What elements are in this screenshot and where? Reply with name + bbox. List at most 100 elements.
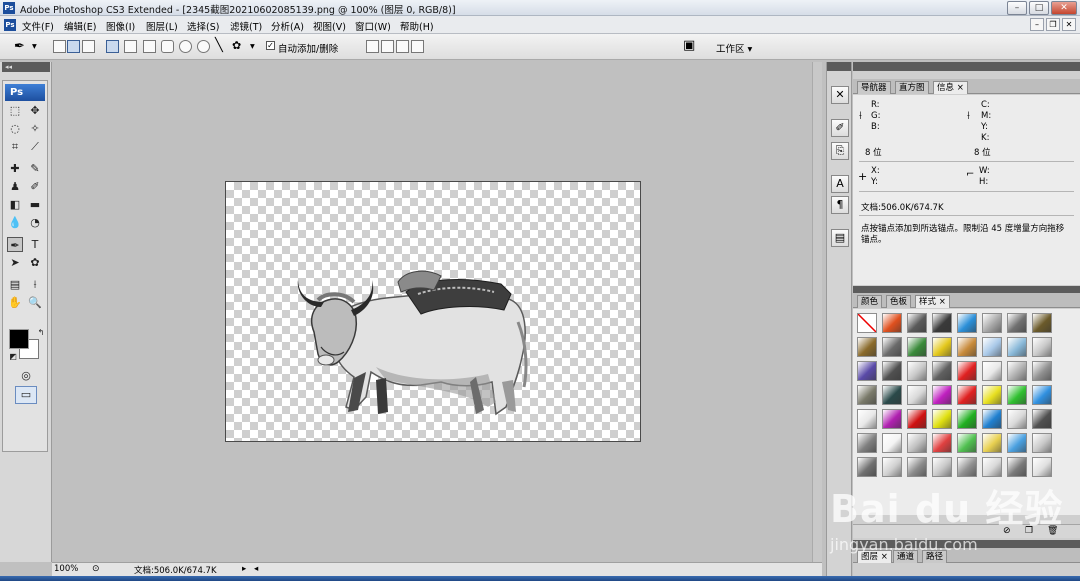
tools-panel-header[interactable]: ◂◂ xyxy=(2,62,50,72)
style-swatch[interactable] xyxy=(882,313,902,333)
style-swatch[interactable] xyxy=(932,337,952,357)
doc-close-button[interactable]: ✕ xyxy=(1062,18,1076,31)
history-brush-icon[interactable]: ✐ xyxy=(27,179,43,194)
maximize-button[interactable]: □ xyxy=(1029,1,1049,15)
zoom-level[interactable]: 100% xyxy=(54,564,78,574)
style-swatch[interactable] xyxy=(932,433,952,453)
style-swatch[interactable] xyxy=(932,385,952,405)
style-swatch[interactable] xyxy=(982,337,1002,357)
rectangle-icon[interactable] xyxy=(143,40,156,53)
clone-source-dock-icon[interactable]: ⎘ xyxy=(831,142,849,160)
style-swatch[interactable] xyxy=(882,433,902,453)
style-swatch[interactable] xyxy=(857,337,877,357)
menu-analysis[interactable]: 分析(A) xyxy=(271,19,304,33)
layer-comps-dock-icon[interactable]: ▤ xyxy=(831,229,849,247)
dock-header[interactable] xyxy=(827,62,851,71)
style-swatch[interactable] xyxy=(932,409,952,429)
style-swatch[interactable] xyxy=(857,457,877,477)
style-swatch[interactable] xyxy=(907,385,927,405)
style-swatch[interactable] xyxy=(932,313,952,333)
style-swatch[interactable] xyxy=(982,385,1002,405)
tab-swatches[interactable]: 色板 xyxy=(886,295,912,308)
style-swatch[interactable] xyxy=(1007,337,1027,357)
style-swatch[interactable] xyxy=(857,385,877,405)
style-swatch[interactable] xyxy=(982,457,1002,477)
style-swatch[interactable] xyxy=(982,361,1002,381)
blur-tool-icon[interactable]: 💧 xyxy=(7,215,23,230)
preset-dropdown-icon[interactable]: ▾ xyxy=(32,41,37,52)
style-swatch[interactable] xyxy=(1032,337,1052,357)
freeform-pen-icon[interactable] xyxy=(124,40,137,53)
style-swatch[interactable] xyxy=(1007,313,1027,333)
menu-image[interactable]: 图像(I) xyxy=(106,19,135,33)
menu-layer[interactable]: 图层(L) xyxy=(146,19,178,33)
style-swatch[interactable] xyxy=(882,457,902,477)
style-swatch[interactable] xyxy=(1007,433,1027,453)
custom-shape-tool-icon[interactable]: ✿ xyxy=(27,255,43,270)
style-swatch[interactable] xyxy=(857,361,877,381)
swap-colors-icon[interactable]: ↰ xyxy=(33,325,49,340)
brushes-dock-icon[interactable]: ✐ xyxy=(831,119,849,137)
navigator-dock-icon[interactable]: ✕ xyxy=(831,86,849,104)
dodge-tool-icon[interactable]: ◔ xyxy=(27,215,43,230)
style-swatch[interactable] xyxy=(1007,409,1027,429)
menu-filter[interactable]: 滤镜(T) xyxy=(230,19,262,33)
pen-tool-preset-icon[interactable]: ✒ xyxy=(14,39,25,54)
scroll-left-icon[interactable]: ◂ xyxy=(254,564,258,574)
menu-help[interactable]: 帮助(H) xyxy=(400,19,434,33)
style-swatch[interactable] xyxy=(957,313,977,333)
style-swatch[interactable] xyxy=(932,361,952,381)
style-swatch[interactable] xyxy=(982,433,1002,453)
path-add-icon[interactable] xyxy=(366,40,379,53)
menu-edit[interactable]: 编辑(E) xyxy=(64,19,96,33)
line-icon[interactable]: ╲ xyxy=(215,38,223,53)
canvas-vertical-scrollbar[interactable] xyxy=(812,62,822,562)
style-swatch[interactable] xyxy=(1032,385,1052,405)
style-swatch[interactable] xyxy=(1007,385,1027,405)
zoom-tool-icon[interactable]: 🔍 xyxy=(27,295,43,310)
menu-window[interactable]: 窗口(W) xyxy=(355,19,391,33)
style-swatch[interactable] xyxy=(907,409,927,429)
doc-restore-button[interactable]: ❐ xyxy=(1046,18,1060,31)
style-swatch[interactable] xyxy=(1032,361,1052,381)
style-swatch[interactable] xyxy=(907,361,927,381)
polygon-icon[interactable] xyxy=(197,40,210,53)
gradient-tool-icon[interactable]: ▬ xyxy=(27,197,43,212)
default-colors-icon[interactable]: ◩ xyxy=(5,349,21,364)
quick-mask-icon[interactable]: ◎ xyxy=(17,368,35,383)
menu-view[interactable]: 视图(V) xyxy=(313,19,346,33)
info-group-header[interactable] xyxy=(853,62,1080,71)
bridge-icon[interactable]: ▣ xyxy=(683,38,695,53)
style-swatch[interactable] xyxy=(907,313,927,333)
style-swatch[interactable] xyxy=(957,337,977,357)
eyedropper-icon[interactable]: ⟊ xyxy=(27,277,43,292)
style-swatch[interactable] xyxy=(957,457,977,477)
shape-dropdown-icon[interactable]: ▾ xyxy=(250,41,255,52)
style-swatch[interactable] xyxy=(907,457,927,477)
style-swatch[interactable] xyxy=(907,337,927,357)
style-swatch[interactable] xyxy=(882,385,902,405)
style-swatch[interactable] xyxy=(957,409,977,429)
paths-mode-icon[interactable] xyxy=(67,40,80,53)
clone-stamp-icon[interactable]: ♟ xyxy=(7,179,23,194)
style-swatch[interactable] xyxy=(1032,409,1052,429)
close-button[interactable]: ✕ xyxy=(1051,1,1077,15)
document-canvas[interactable] xyxy=(225,181,641,442)
menu-file[interactable]: 文件(F) xyxy=(22,19,54,33)
tab-histogram[interactable]: 直方图 xyxy=(895,81,929,94)
path-exclude-icon[interactable] xyxy=(411,40,424,53)
style-swatch[interactable] xyxy=(882,337,902,357)
workspace-button[interactable]: 工作区 ▾ xyxy=(716,41,752,55)
style-swatch[interactable] xyxy=(1007,457,1027,477)
hand-tool-icon[interactable]: ✋ xyxy=(7,295,23,310)
move-tool-icon[interactable]: ✥ xyxy=(27,103,43,118)
style-swatch[interactable] xyxy=(907,433,927,453)
status-menu-arrow-icon[interactable]: ▸ xyxy=(242,564,246,574)
tab-styles[interactable]: 样式 × xyxy=(915,295,950,308)
minimize-button[interactable]: – xyxy=(1007,1,1027,15)
document-icon[interactable]: Ps xyxy=(4,19,16,31)
rounded-rect-icon[interactable] xyxy=(161,40,174,53)
type-tool-icon[interactable]: T xyxy=(27,237,43,252)
style-swatch[interactable] xyxy=(957,385,977,405)
fill-pixels-icon[interactable] xyxy=(82,40,95,53)
